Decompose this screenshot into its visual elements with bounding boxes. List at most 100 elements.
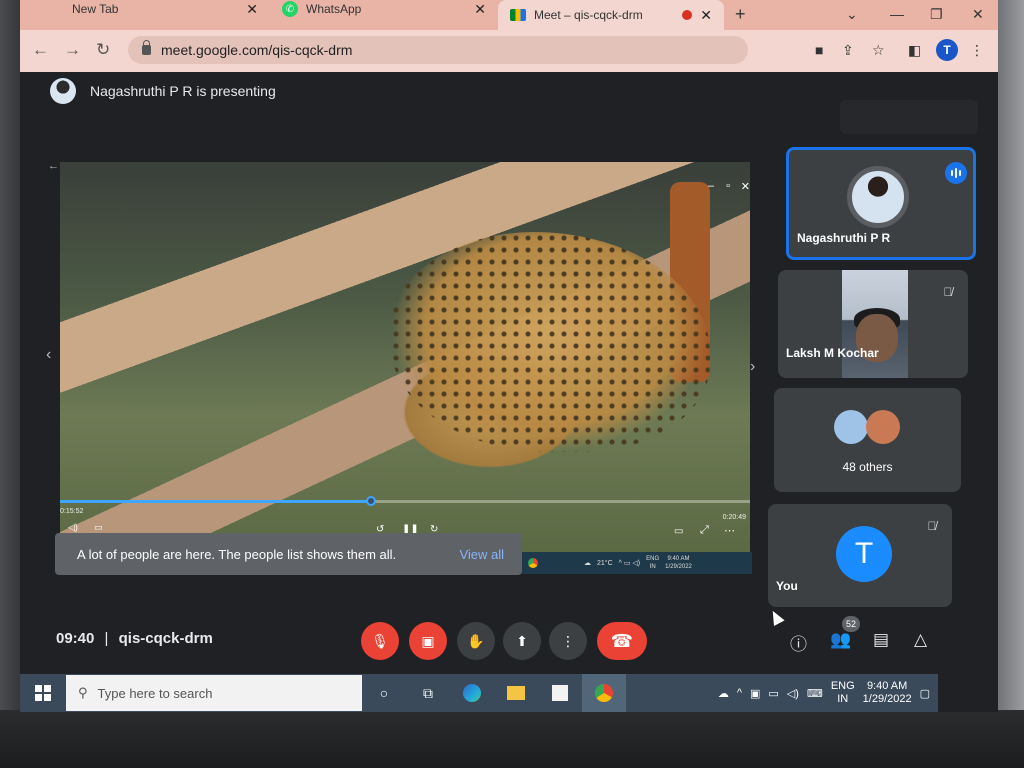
participant-name: Laksh M Kochar xyxy=(786,346,879,360)
notification-icon[interactable]: ▢ xyxy=(920,687,930,700)
chrome-taskbar-icon[interactable] xyxy=(582,674,626,712)
raise-hand-button[interactable]: ✋ xyxy=(457,622,495,660)
view-all-link[interactable]: View all xyxy=(459,547,504,562)
file-explorer-icon[interactable] xyxy=(494,674,538,712)
clock-date: 1/29/2022 xyxy=(862,693,912,705)
start-button[interactable] xyxy=(20,674,66,712)
keyboard-icon[interactable]: ⌨ xyxy=(807,687,823,700)
remaining-time: 0:20:49 xyxy=(722,514,746,521)
next-arrow-icon[interactable]: › xyxy=(750,358,755,376)
side-panel-icon[interactable]: ◧ xyxy=(908,42,921,59)
more-options-icon[interactable]: ⋯ xyxy=(724,524,735,537)
meeting-controls-bar: 09:40 | qis-cqck-drm 🎙 ▣ ✋ ⬆ ⋮ ☎ ⓘ 52 👥 … xyxy=(20,616,998,668)
lang-label: ENG xyxy=(830,680,855,692)
clock-date: 1/29/2022 xyxy=(665,564,692,570)
presenting-label: Nagashruthi P R is presenting xyxy=(90,83,276,99)
onedrive-icon[interactable]: ☁ xyxy=(718,687,729,700)
tab-whatsapp[interactable]: ✆ WhatsApp ✕ xyxy=(270,0,498,24)
chevron-up-icon[interactable]: ^ xyxy=(737,687,742,699)
captions-icon[interactable]: ▭ xyxy=(94,522,103,533)
taskbar-search[interactable]: ⚲ Type here to search xyxy=(66,675,362,711)
participant-tile[interactable]: 🎙̸ Laksh M Kochar xyxy=(778,270,968,378)
volume-icon[interactable]: ◁) xyxy=(68,522,78,533)
new-tab-button[interactable]: + xyxy=(735,4,746,25)
shared-taskbar: ☁ 21°C ^ ▭ ◁) ENG IN 9:40 AM 1/29/2022 xyxy=(520,552,752,574)
miniplayer-icon[interactable]: ▭ xyxy=(674,526,683,537)
hang-up-icon: ☎ xyxy=(610,630,634,651)
windows-taskbar: ⚲ Type here to search ○ ⧉ ☁ ^ ▣ ▭ ◁) ⌨ E… xyxy=(20,674,938,712)
minimize-button[interactable]: — xyxy=(890,6,904,22)
progress-knob[interactable] xyxy=(365,496,376,506)
profile-avatar[interactable]: T xyxy=(936,39,958,61)
close-icon[interactable]: ✕ xyxy=(700,7,712,24)
toast-message: A lot of people are here. The people lis… xyxy=(77,546,397,562)
others-count: 48 others xyxy=(842,460,893,474)
more-icon: ⋮ xyxy=(561,632,575,649)
camera-off-icon: ▣ xyxy=(421,632,435,649)
others-tile[interactable]: 48 others xyxy=(774,388,961,492)
chat-icon[interactable]: ▤ xyxy=(873,630,889,650)
tab-search-icon[interactable]: ⌄ xyxy=(846,6,858,23)
video-progress-bar[interactable] xyxy=(60,496,750,506)
region-label: IN xyxy=(649,564,656,570)
task-view-icon[interactable]: ⧉ xyxy=(406,674,450,712)
store-icon[interactable] xyxy=(538,674,582,712)
more-options-button[interactable]: ⋮ xyxy=(549,622,587,660)
avatar xyxy=(834,410,868,444)
lock-icon xyxy=(142,40,151,55)
share-icon[interactable]: ⇪ xyxy=(842,42,854,59)
monitor-bezel-left xyxy=(0,0,20,768)
present-button[interactable]: ⬆ xyxy=(503,622,541,660)
leave-call-button[interactable]: ☎ xyxy=(597,622,647,660)
video-close-icon[interactable]: ✕ xyxy=(741,180,750,193)
leopard-image xyxy=(390,232,710,452)
close-icon[interactable]: ✕ xyxy=(246,1,258,18)
people-icon[interactable]: 👥 xyxy=(830,630,851,650)
close-icon[interactable]: ✕ xyxy=(474,1,486,18)
self-tile[interactable]: T 🎙̸ You xyxy=(768,504,952,607)
camera-icon[interactable]: ■ xyxy=(815,42,823,58)
edge-icon[interactable] xyxy=(450,674,494,712)
meeting-time: 09:40 xyxy=(56,630,95,647)
participant-tile-presenter[interactable]: Nagashruthi P R xyxy=(786,147,976,260)
network-icon[interactable]: ▭ xyxy=(768,687,778,700)
reload-button[interactable]: ↻ xyxy=(96,40,110,60)
tab-new-tab[interactable]: New Tab ✕ xyxy=(20,0,270,24)
browser-toolbar: ← → ↻ meet.google.com/qis-cqck-drm ■ ⇪ ☆… xyxy=(20,30,998,72)
back-button[interactable]: ← xyxy=(32,40,49,60)
menu-icon[interactable]: ⋮ xyxy=(970,42,984,59)
meet-now-icon[interactable]: ▣ xyxy=(750,687,760,700)
restore-button[interactable]: ❐ xyxy=(930,6,943,23)
bookmark-star-icon[interactable]: ☆ xyxy=(872,42,885,59)
hand-icon: ✋ xyxy=(467,632,485,649)
avatar xyxy=(847,166,909,228)
avatar xyxy=(866,410,900,444)
fullscreen-icon[interactable]: ⤢ xyxy=(700,524,709,537)
tab-meet[interactable]: Meet – qis-cqck-drm ✕ xyxy=(498,0,724,30)
temperature-label: 21°C xyxy=(597,559,613,567)
forward-button[interactable]: → xyxy=(64,40,81,60)
close-window-button[interactable]: ✕ xyxy=(972,6,984,23)
meeting-info: 09:40 | qis-cqck-drm xyxy=(56,630,213,647)
clock[interactable]: 9:40 AM 1/29/2022 xyxy=(863,680,912,706)
monitor-bezel-bottom xyxy=(0,710,1024,768)
tab-label: Meet – qis-cqck-drm xyxy=(534,8,643,22)
tray-icons: ^ ▭ ◁) xyxy=(618,560,641,567)
tab-strip: New Tab ✕ ✆ WhatsApp ✕ Meet – qis-cqck-d… xyxy=(20,0,998,30)
video-minimize-icon[interactable]: – xyxy=(708,180,714,192)
info-icon[interactable]: ⓘ xyxy=(790,630,807,655)
volume-icon[interactable]: ◁) xyxy=(787,687,799,700)
people-notification-toast: A lot of people are here. The people lis… xyxy=(55,533,522,575)
prev-arrow-icon[interactable]: ‹ xyxy=(46,346,51,364)
language-indicator[interactable]: ENG IN xyxy=(831,680,855,706)
camera-toggle-button[interactable]: ▣ xyxy=(409,622,447,660)
mic-toggle-button[interactable]: 🎙 xyxy=(361,622,399,660)
video-restore-icon[interactable]: ▫ xyxy=(726,180,730,192)
presenter-bar: Nagashruthi P R is presenting xyxy=(50,74,276,108)
back-arrow-icon[interactable]: ← xyxy=(48,160,59,172)
shared-screen-video[interactable]: – ▫ ✕ 0:15:52 0:20:49 ◁) ▭ ↺ ❚❚ ↻ ▭ ⤢ ⋯ xyxy=(60,162,750,552)
avatar xyxy=(50,78,76,104)
address-bar[interactable]: meet.google.com/qis-cqck-drm xyxy=(128,36,748,64)
activities-icon[interactable]: △ xyxy=(914,630,927,650)
cortana-icon[interactable]: ○ xyxy=(362,674,406,712)
